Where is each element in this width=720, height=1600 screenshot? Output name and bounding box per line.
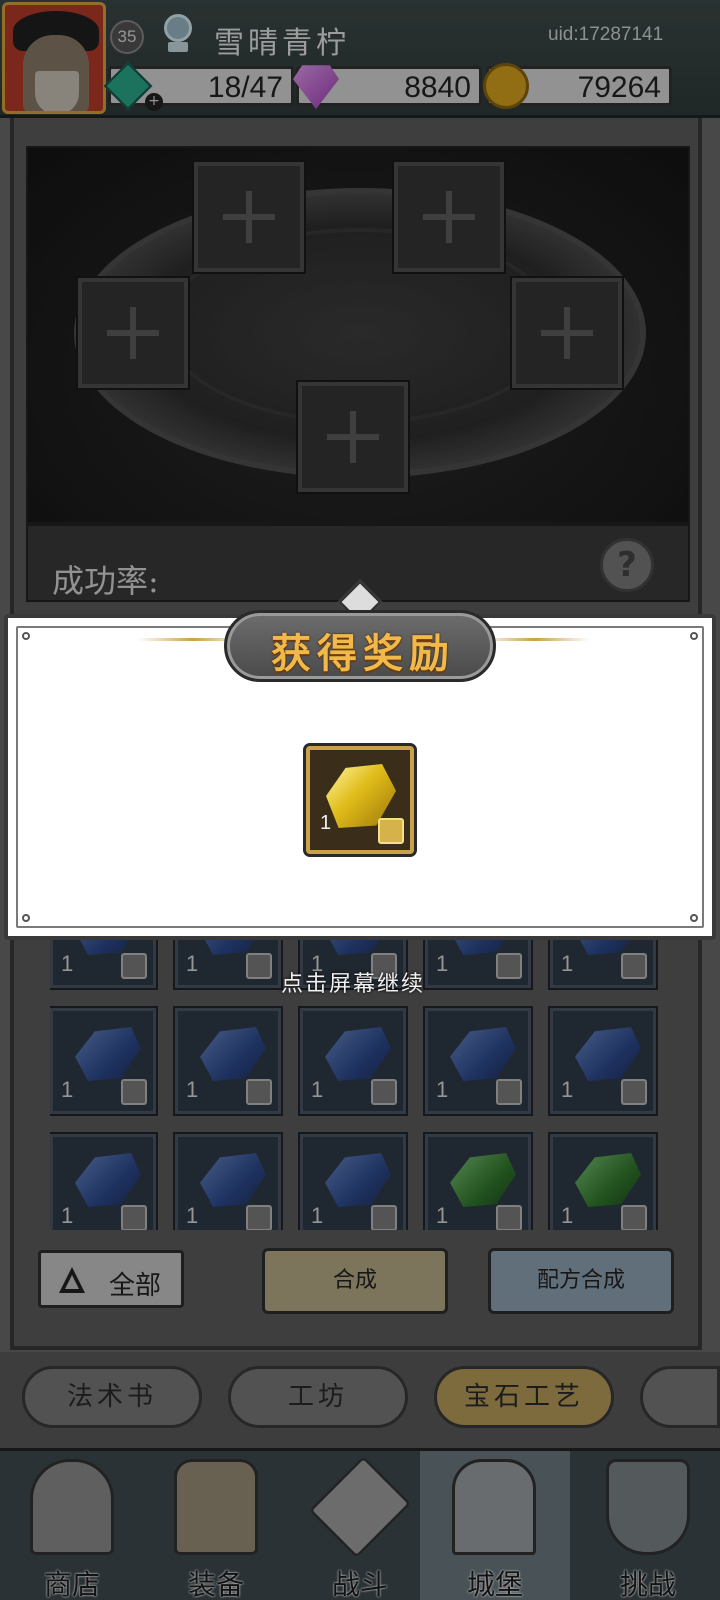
- rivet: [690, 632, 698, 640]
- rivet: [690, 914, 698, 922]
- tap-to-continue-hint: 点击屏幕继续: [280, 972, 425, 997]
- rivet: [22, 632, 30, 640]
- reward-item-count: 1: [320, 812, 332, 834]
- reward-title-banner: 获得奖励: [224, 610, 496, 682]
- reward-item-slot[interactable]: 1: [303, 743, 417, 857]
- game-screen: 35 雪晴青柠 uid:17287141 + 18/47 8840 79264: [0, 0, 720, 1600]
- rivet: [22, 914, 30, 922]
- reward-title: 获得奖励: [271, 630, 455, 677]
- gem-type-tag-icon: [378, 818, 404, 844]
